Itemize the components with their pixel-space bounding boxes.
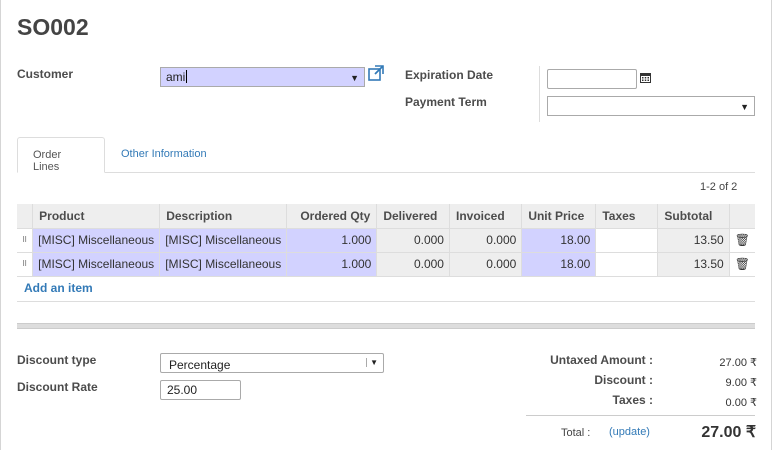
- subtotal-cell: 13.50: [657, 252, 730, 277]
- description-cell[interactable]: [MISC] Miscellaneous: [159, 252, 287, 277]
- handle-column-header: [17, 204, 33, 229]
- external-link-icon[interactable]: [368, 65, 384, 81]
- table-row[interactable]: ⠿ [MISC] Miscellaneous [MISC] Miscellane…: [17, 228, 755, 253]
- table-row[interactable]: ⠿ [MISC] Miscellaneous [MISC] Miscellane…: [17, 252, 755, 277]
- expiration-date-input[interactable]: [547, 69, 637, 89]
- payment-term-label: Payment Term: [405, 95, 487, 109]
- delivered-cell: 0.000: [376, 228, 450, 253]
- ordered-qty-cell[interactable]: 1.000: [286, 252, 377, 277]
- record-title: SO002: [17, 14, 89, 40]
- chevron-down-icon: ▼: [350, 73, 359, 83]
- delete-column-header: [728, 204, 755, 229]
- unit-price-cell[interactable]: 18.00: [521, 252, 596, 277]
- discount-type-value: Percentage: [169, 358, 231, 372]
- discount-type-select[interactable]: Percentage ▼: [160, 353, 384, 373]
- delivered-cell: 0.000: [376, 252, 450, 277]
- taxes-label: Taxes :: [612, 393, 653, 407]
- column-header-invoiced[interactable]: Invoiced: [448, 204, 522, 229]
- chevron-down-icon: ▼: [740, 102, 749, 112]
- add-an-item-link[interactable]: Add an item: [24, 281, 93, 295]
- column-header-subtotal[interactable]: Subtotal: [657, 204, 730, 229]
- column-header-description[interactable]: Description: [159, 204, 287, 229]
- order-lines-table: Product Description Ordered Qty Delivere…: [17, 204, 755, 277]
- invoiced-cell: 0.000: [448, 252, 522, 277]
- tab-other-information[interactable]: Other Information: [106, 137, 222, 173]
- description-cell[interactable]: [MISC] Miscellaneous: [159, 228, 287, 253]
- discount-rate-input[interactable]: 25.00: [160, 380, 241, 400]
- column-header-taxes[interactable]: Taxes: [595, 204, 658, 229]
- expiration-date-label: Expiration Date: [405, 68, 494, 82]
- invoiced-cell: 0.000: [448, 228, 522, 253]
- ordered-qty-cell[interactable]: 1.000: [286, 228, 377, 253]
- tab-order-lines[interactable]: Order Lines: [17, 137, 105, 173]
- pager-value[interactable]: 1-2 of 2: [700, 181, 737, 193]
- table-header-row: Product Description Ordered Qty Delivere…: [17, 204, 755, 229]
- trash-icon[interactable]: 🗑: [728, 228, 755, 253]
- taxes-cell[interactable]: [595, 252, 658, 277]
- chevron-down-icon: ▼: [366, 358, 378, 367]
- section-divider: [17, 323, 755, 329]
- discount-label: Discount :: [594, 373, 653, 387]
- drag-handle-icon[interactable]: ⠿: [17, 252, 33, 277]
- customer-select[interactable]: ami ▼: [160, 67, 365, 87]
- total-divider: [526, 415, 755, 416]
- product-cell[interactable]: [MISC] Miscellaneous: [32, 252, 160, 277]
- customer-label: Customer: [17, 67, 74, 81]
- customer-value: ami: [166, 70, 186, 84]
- text-caret: [186, 70, 188, 83]
- discount-rate-label: Discount Rate: [17, 380, 98, 394]
- subtotal-cell: 13.50: [657, 228, 730, 253]
- trash-icon[interactable]: 🗑: [728, 252, 755, 277]
- total-value: 27.00 ₹: [701, 424, 756, 441]
- column-header-unit-price[interactable]: Unit Price: [521, 204, 596, 229]
- column-header-ordered-qty[interactable]: Ordered Qty: [286, 204, 377, 229]
- untaxed-amount-value: 27.00 ₹: [719, 357, 757, 369]
- divider: [17, 301, 755, 302]
- untaxed-amount-label: Untaxed Amount :: [550, 353, 653, 367]
- payment-term-select[interactable]: ▼: [547, 96, 755, 116]
- discount-value: 9.00 ₹: [725, 377, 757, 389]
- update-link[interactable]: (update): [609, 426, 650, 438]
- column-separator: [539, 66, 540, 122]
- product-cell[interactable]: [MISC] Miscellaneous: [32, 228, 160, 253]
- calendar-icon[interactable]: [640, 72, 651, 83]
- discount-type-label: Discount type: [17, 353, 97, 367]
- drag-handle-icon[interactable]: ⠿: [17, 228, 33, 253]
- column-header-delivered[interactable]: Delivered: [376, 204, 450, 229]
- total-label: Total :: [561, 427, 591, 439]
- unit-price-cell[interactable]: 18.00: [521, 228, 596, 253]
- taxes-value: 0.00 ₹: [725, 397, 757, 409]
- column-header-product[interactable]: Product: [32, 204, 160, 229]
- taxes-cell[interactable]: [595, 228, 658, 253]
